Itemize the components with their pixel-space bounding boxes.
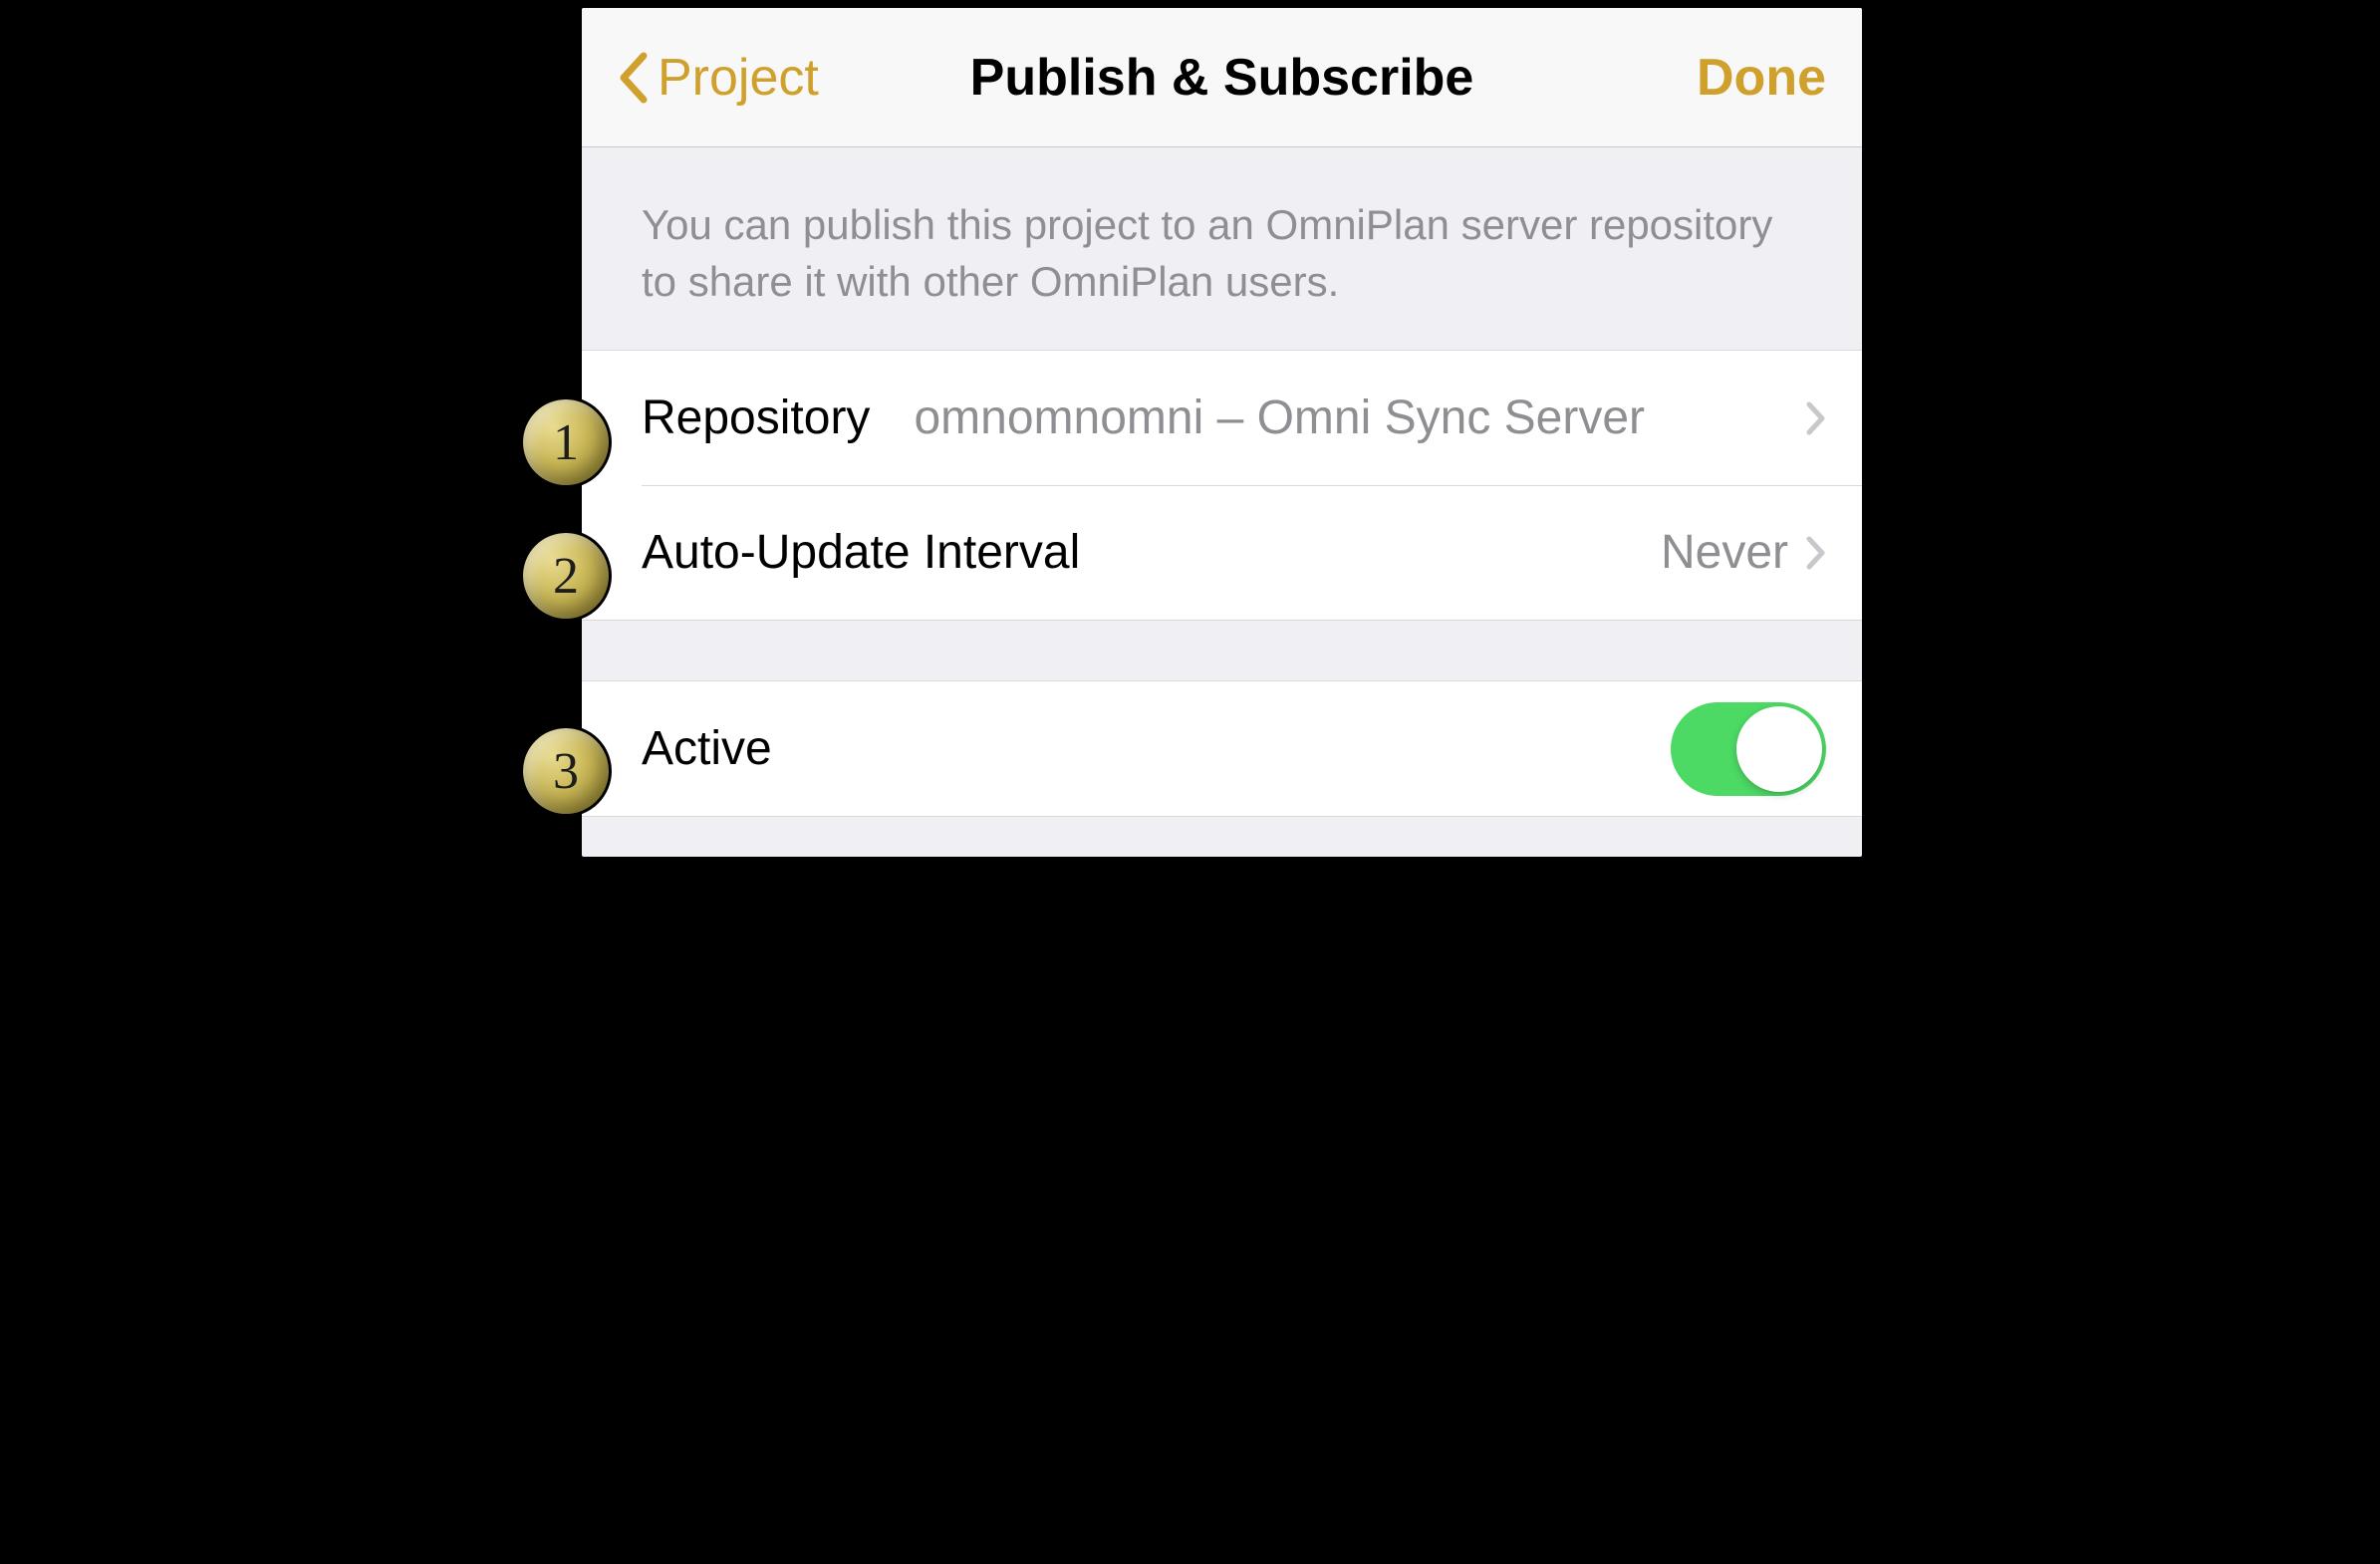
chevron-right-icon (1806, 536, 1826, 570)
settings-screen: Project Publish & Subscribe Done You can… (582, 8, 1862, 857)
sync-settings-group: Repository omnomnomni – Omni Sync Server… (582, 350, 1862, 621)
chevron-left-icon (618, 52, 648, 104)
toggle-knob (1736, 706, 1822, 792)
annotation-badge-1: 1 (520, 396, 612, 488)
active-toggle[interactable] (1671, 702, 1826, 796)
auto-update-label: Auto-Update Interval (642, 525, 1080, 580)
done-button[interactable]: Done (1697, 48, 1826, 108)
active-row: Active (582, 681, 1862, 816)
annotation-badge-3: 3 (520, 725, 612, 817)
page-title: Publish & Subscribe (970, 48, 1474, 108)
repository-row[interactable]: Repository omnomnomni – Omni Sync Server (582, 351, 1862, 485)
annotation-badge-2: 2 (520, 530, 612, 622)
chevron-right-icon (1806, 401, 1826, 435)
navigation-bar: Project Publish & Subscribe Done (582, 8, 1862, 147)
active-label: Active (642, 721, 772, 776)
back-button-label: Project (658, 48, 819, 108)
auto-update-value: Never (1661, 525, 1788, 580)
repository-value: omnomnomni – Omni Sync Server (914, 391, 1645, 445)
active-group: Active (582, 680, 1862, 817)
auto-update-interval-row[interactable]: Auto-Update Interval Never (582, 485, 1862, 620)
section-description: You can publish this project to an OmniP… (582, 147, 1862, 350)
repository-label: Repository (642, 391, 870, 445)
back-button[interactable]: Project (618, 48, 819, 108)
